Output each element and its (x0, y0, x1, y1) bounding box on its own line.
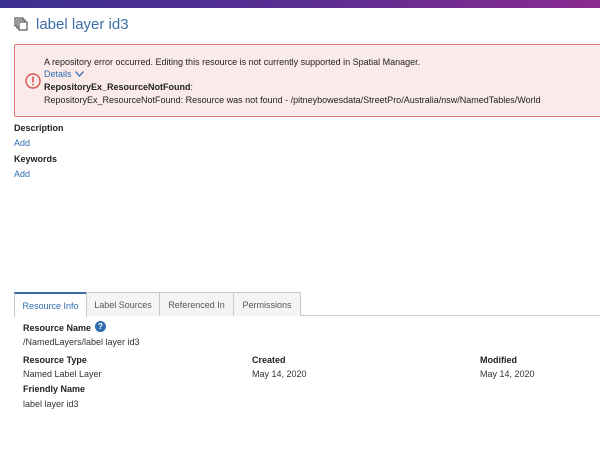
tab-resource-info[interactable]: Resource Info (14, 292, 87, 317)
created-value: May 14, 2020 (252, 369, 307, 379)
error-detail: RepositoryEx_ResourceNotFound: Resource … (44, 95, 541, 105)
resource-name-value: /NamedLayers/label layer id3 (23, 337, 140, 347)
details-toggle[interactable]: Details (44, 69, 84, 79)
page-title: label layer id3 (36, 15, 129, 33)
error-message: A repository error occurred. Editing thi… (44, 57, 421, 67)
tab-referenced-in[interactable]: Referenced In (159, 292, 234, 316)
description-label: Description (14, 123, 64, 133)
modified-value: May 14, 2020 (480, 369, 535, 379)
tab-permissions[interactable]: Permissions (233, 292, 301, 316)
tab-label-sources[interactable]: Label Sources (86, 292, 160, 316)
keywords-label: Keywords (14, 154, 58, 164)
description-add-link[interactable]: Add (14, 138, 30, 148)
page-header: label layer id3 (14, 14, 129, 34)
resource-name-label: Resource Name (23, 323, 92, 333)
modified-label: Modified (480, 355, 517, 365)
resource-tabs: Resource Info Label Sources Referenced I… (14, 292, 600, 317)
error-code-text: RepositoryEx_ResourceNotFound (44, 82, 191, 92)
created-label: Created (252, 355, 286, 365)
details-label: Details (44, 69, 72, 79)
error-code: RepositoryEx_ResourceNotFound: (44, 82, 193, 92)
error-alert: A repository error occurred. Editing thi… (14, 44, 600, 117)
error-icon (25, 73, 41, 89)
error-code-suffix: : (190, 82, 194, 92)
resource-type-label: Resource Type (23, 355, 87, 365)
layers-icon (14, 17, 28, 31)
resource-type-value: Named Label Layer (23, 369, 102, 379)
friendly-name-value: label layer id3 (23, 399, 79, 409)
chevron-down-icon (74, 71, 84, 77)
help-icon[interactable]: ? (95, 321, 106, 332)
top-accent-bar (0, 0, 600, 8)
friendly-name-label: Friendly Name (23, 384, 86, 394)
keywords-add-link[interactable]: Add (14, 169, 30, 179)
